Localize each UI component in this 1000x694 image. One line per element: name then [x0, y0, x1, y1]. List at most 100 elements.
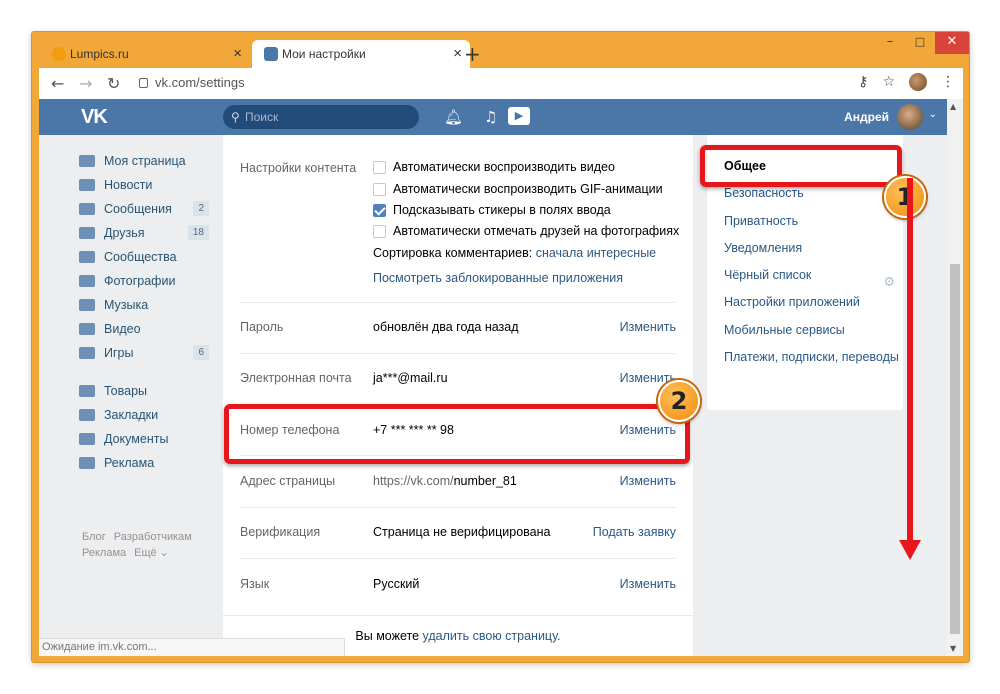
menu-label: Друзья [104, 226, 145, 240]
communities-icon [79, 251, 95, 263]
left-menu-item[interactable]: Музыка [79, 293, 209, 317]
checkbox-box [373, 182, 386, 196]
checkbox-box [373, 224, 386, 238]
footer-text: Вы можете [355, 629, 420, 643]
page-scrollbar[interactable]: ▲ ▼ [947, 99, 963, 656]
left-menu-item[interactable]: Документы [79, 427, 209, 451]
tab-close-icon[interactable]: × [233, 45, 242, 62]
menu-label: Товары [104, 384, 147, 398]
count-badge: 18 [187, 225, 209, 240]
tab-close-icon[interactable]: × [453, 45, 462, 62]
screenshot: Lumpics.ru × Мои настройки × + – □ ✕ ← →… [0, 0, 1000, 694]
rmenu-security[interactable]: Безопасность [724, 186, 804, 200]
rmenu-blacklist[interactable]: Чёрный список [724, 268, 811, 282]
new-tab-button[interactable]: + [464, 42, 481, 66]
vk-logo[interactable]: VK [81, 106, 108, 129]
profile-avatar[interactable] [909, 73, 927, 91]
change-language-link[interactable]: Изменить [620, 577, 676, 591]
status-bar: Ожидание im.vk.com... [39, 638, 345, 656]
reload-icon[interactable]: ↻ [107, 74, 120, 93]
bookmark-star-icon[interactable]: ☆ [882, 74, 895, 90]
rmenu-notifications[interactable]: Уведомления [724, 241, 802, 255]
minimize-button[interactable]: – [875, 32, 905, 54]
left-menu-item[interactable]: Фотографии [79, 269, 209, 293]
left-menu-item[interactable]: Товары [79, 379, 209, 403]
search-input[interactable]: ⚲ Поиск [223, 105, 419, 129]
footer-link-ads[interactable]: Реклама [82, 547, 126, 559]
footer-link-dev[interactable]: Разработчикам [114, 531, 192, 543]
sort-value-link[interactable]: сначала интересные [536, 246, 656, 260]
back-icon[interactable]: ← [51, 74, 64, 93]
user-avatar[interactable] [897, 104, 923, 130]
vk-header: VK ⚲ Поиск 🔔︎ ♫ ▶ Андрей ⌄ [39, 99, 947, 135]
chevron-down-icon[interactable]: ⌄ [929, 109, 937, 120]
menu-dots-icon[interactable]: ⋮ [941, 74, 955, 90]
menu-label: Реклама [104, 456, 155, 470]
key-icon[interactable]: ⚷ [858, 74, 868, 90]
music-icon [79, 299, 95, 311]
left-menu-item[interactable]: Новости [79, 173, 209, 197]
change-password-link[interactable]: Изменить [620, 320, 676, 334]
row-value: ja***@mail.ru [373, 371, 448, 385]
left-menu-item[interactable]: Игры 6 [79, 341, 209, 365]
scroll-thumb[interactable] [950, 264, 960, 634]
documents-icon [79, 433, 95, 445]
url-prefix: https://vk.com/ [373, 474, 454, 488]
menu-label: Закладки [104, 408, 159, 422]
tab-title: Мои настройки [282, 47, 366, 61]
tab-lumpics[interactable]: Lumpics.ru × [40, 40, 250, 68]
scroll-down-icon[interactable]: ▼ [950, 644, 956, 653]
footer-link-blog[interactable]: Блог [82, 531, 106, 543]
search-icon: ⚲ [231, 110, 240, 124]
row-value: Русский [373, 577, 420, 591]
toolbar-icons: ⚷ ☆ ⋮ [858, 73, 955, 91]
left-menu-item[interactable]: Реклама [79, 451, 209, 475]
maximize-button[interactable]: □ [905, 32, 935, 54]
left-menu-item[interactable]: Друзья 18 [79, 221, 209, 245]
gear-icon[interactable]: ⚙ [883, 275, 895, 290]
apply-verification-link[interactable]: Подать заявку [593, 525, 676, 539]
bell-icon[interactable]: 🔔︎ [444, 108, 463, 126]
url-text: vk.com/settings [155, 75, 245, 90]
play-icon[interactable]: ▶ [508, 107, 530, 125]
left-menu-item[interactable]: Моя страница [79, 149, 209, 173]
checkbox-label: Автоматически воспроизводить GIF-анимаци… [393, 182, 663, 196]
delete-page-link[interactable]: удалить свою страницу. [423, 629, 561, 643]
left-menu-item[interactable]: Видео [79, 317, 209, 341]
autoplay-video-checkbox[interactable]: Автоматически воспроизводить видео [373, 158, 615, 176]
arrow-down-icon [899, 540, 921, 560]
forward-icon[interactable]: → [79, 74, 92, 93]
scroll-up-icon[interactable]: ▲ [950, 102, 956, 111]
row-label: Адрес страницы [240, 474, 336, 488]
left-menu-item[interactable]: Сообщества [79, 245, 209, 269]
checkbox-label: Автоматически воспроизводить видео [393, 160, 615, 174]
friends-icon [79, 227, 95, 239]
left-menu-item[interactable]: Сообщения 2 [79, 197, 209, 221]
autoplay-gif-checkbox[interactable]: Автоматически воспроизводить GIF-анимаци… [373, 180, 663, 198]
menu-label: Сообщения [104, 202, 172, 216]
footer-link-more[interactable]: Ещё ⌄ [134, 547, 169, 559]
close-window-button[interactable]: ✕ [935, 32, 969, 54]
menu-label: Документы [104, 432, 169, 446]
rmenu-privacy[interactable]: Приватность [724, 214, 798, 228]
checkbox-label: Подсказывать стикеры в полях ввода [393, 203, 611, 217]
tab-settings[interactable]: Мои настройки × [252, 40, 470, 68]
vk-favicon-icon [264, 47, 278, 61]
rmenu-payments[interactable]: Платежи, подписки, переводы [724, 350, 899, 364]
change-address-link[interactable]: Изменить [620, 474, 676, 488]
menu-label: Моя страница [104, 154, 186, 168]
address-input[interactable]: vk.com/settings [135, 72, 885, 94]
music-icon[interactable]: ♫ [484, 108, 497, 126]
row-label: Верификация [240, 525, 321, 539]
menu-label: Видео [104, 322, 141, 336]
rmenu-mobile[interactable]: Мобильные сервисы [724, 323, 845, 337]
row-value: https://vk.com/number_81 [373, 474, 517, 488]
rmenu-app-settings[interactable]: Настройки приложений [724, 295, 860, 309]
user-name[interactable]: Андрей [844, 110, 889, 124]
checkbox-box [373, 160, 386, 174]
tag-friends-checkbox[interactable]: Автоматически отмечать друзей на фотогра… [373, 222, 679, 240]
left-menu-item[interactable]: Закладки [79, 403, 209, 427]
tab-strip: Lumpics.ru × Мои настройки × + – □ ✕ [32, 32, 969, 68]
sticker-hints-checkbox[interactable]: Подсказывать стикеры в полях ввода [373, 201, 611, 219]
blocked-apps-link[interactable]: Посмотреть заблокированные приложения [373, 269, 623, 287]
